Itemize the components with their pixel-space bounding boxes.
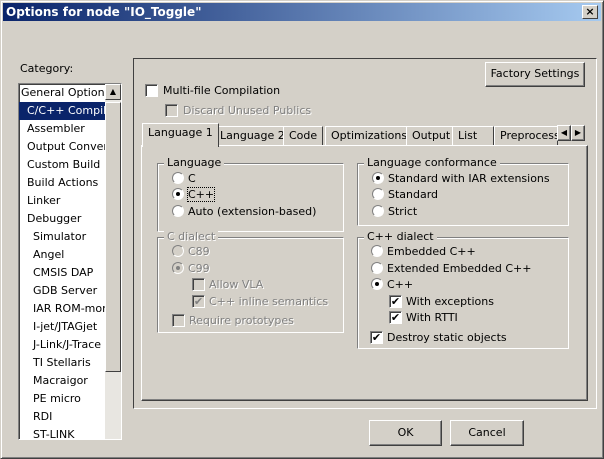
tab-scroll-left-icon[interactable]: ◀ [557, 125, 571, 141]
category-item[interactable]: C/C++ Compiler [19, 102, 118, 120]
exceptions-checkbox[interactable]: ✔ [389, 295, 402, 308]
multi-file-label: Multi-file Compilation [163, 84, 281, 97]
discard-unused-checkbox[interactable] [165, 104, 178, 117]
multi-file-checkbox[interactable] [145, 84, 158, 97]
tab-list[interactable]: List [452, 126, 494, 146]
category-list[interactable]: General Options C/C++ Compiler Assembler Ou… [18, 83, 122, 440]
tab-preprocessor[interactable]: Preprocess [494, 126, 558, 146]
cancel-button[interactable]: Cancel [450, 420, 524, 446]
radio-c-label: C [188, 172, 196, 185]
exceptions-label: With exceptions [406, 295, 494, 308]
destroy-static-label: Destroy static objects [387, 331, 507, 344]
tab-optimizations[interactable]: Optimizations [325, 126, 414, 146]
radio-embedded-cpp-label: Embedded C++ [387, 245, 476, 258]
inline-semantics-checkbox[interactable]: ✔ [192, 295, 205, 308]
close-button[interactable]: × [582, 5, 598, 19]
tab-output[interactable]: Output [406, 126, 457, 146]
radio-c89[interactable] [172, 245, 184, 257]
rtti-checkbox[interactable]: ✔ [389, 311, 402, 324]
radio-c99-label: C99 [188, 262, 210, 275]
ok-button[interactable]: OK [369, 420, 442, 446]
inline-semantics-label: C++ inline semantics [209, 295, 329, 308]
radio-strict-label: Strict [388, 205, 418, 218]
factory-settings-button[interactable]: Factory Settings [485, 62, 585, 87]
radio-strict[interactable] [372, 205, 384, 217]
cpp-dialect-group-title: C++ dialect [364, 230, 437, 244]
conformance-group-title: Language conformance [364, 156, 500, 170]
tab-code[interactable]: Code [283, 126, 324, 146]
radio-iar-ext[interactable] [372, 172, 384, 184]
title-bar: Options for node "IO_Toggle" × [3, 3, 601, 21]
radio-embedded-cpp[interactable] [371, 245, 383, 257]
radio-auto[interactable] [172, 205, 184, 217]
allow-vla-checkbox[interactable] [192, 278, 205, 291]
radio-cpp-label: C++ [186, 187, 216, 202]
radio-full-cpp-label: C++ [387, 278, 414, 291]
radio-c99[interactable] [172, 262, 184, 274]
allow-vla-label: Allow VLA [209, 278, 264, 291]
tab-scroll-right-icon[interactable]: ▶ [571, 125, 585, 141]
radio-c89-label: C89 [188, 245, 210, 258]
require-prototypes-checkbox[interactable] [172, 314, 185, 327]
rtti-label: With RTTI [406, 311, 458, 324]
c-dialect-group-title: C dialect [164, 230, 219, 244]
discard-unused-label: Discard Unused Publics [183, 104, 312, 117]
window-title: Options for node "IO_Toggle" [6, 5, 202, 19]
scroll-up-icon[interactable]: ▲ [105, 84, 121, 100]
scroll-thumb[interactable] [105, 102, 121, 372]
category-label: Category: [20, 62, 74, 75]
tab-language-2[interactable]: Language 2 [214, 126, 291, 146]
radio-iar-ext-label: Standard with IAR extensions [388, 172, 550, 185]
category-scrollbar[interactable]: ▲ [105, 84, 121, 439]
destroy-static-checkbox[interactable]: ✔ [370, 331, 383, 344]
language-group-title: Language [164, 156, 225, 170]
language-group: Language [157, 156, 344, 232]
require-prototypes-label: Require prototypes [189, 314, 294, 327]
radio-auto-label: Auto (extension-based) [188, 205, 317, 218]
radio-standard-label: Standard [388, 188, 439, 201]
radio-extended-embedded-cpp-label: Extended Embedded C++ [387, 262, 532, 275]
radio-standard[interactable] [372, 188, 384, 200]
radio-full-cpp[interactable] [371, 278, 383, 290]
tab-language-1[interactable]: Language 1 [142, 123, 219, 147]
radio-c[interactable] [172, 172, 184, 184]
radio-cpp[interactable] [172, 188, 184, 200]
radio-extended-embedded-cpp[interactable] [371, 262, 383, 274]
